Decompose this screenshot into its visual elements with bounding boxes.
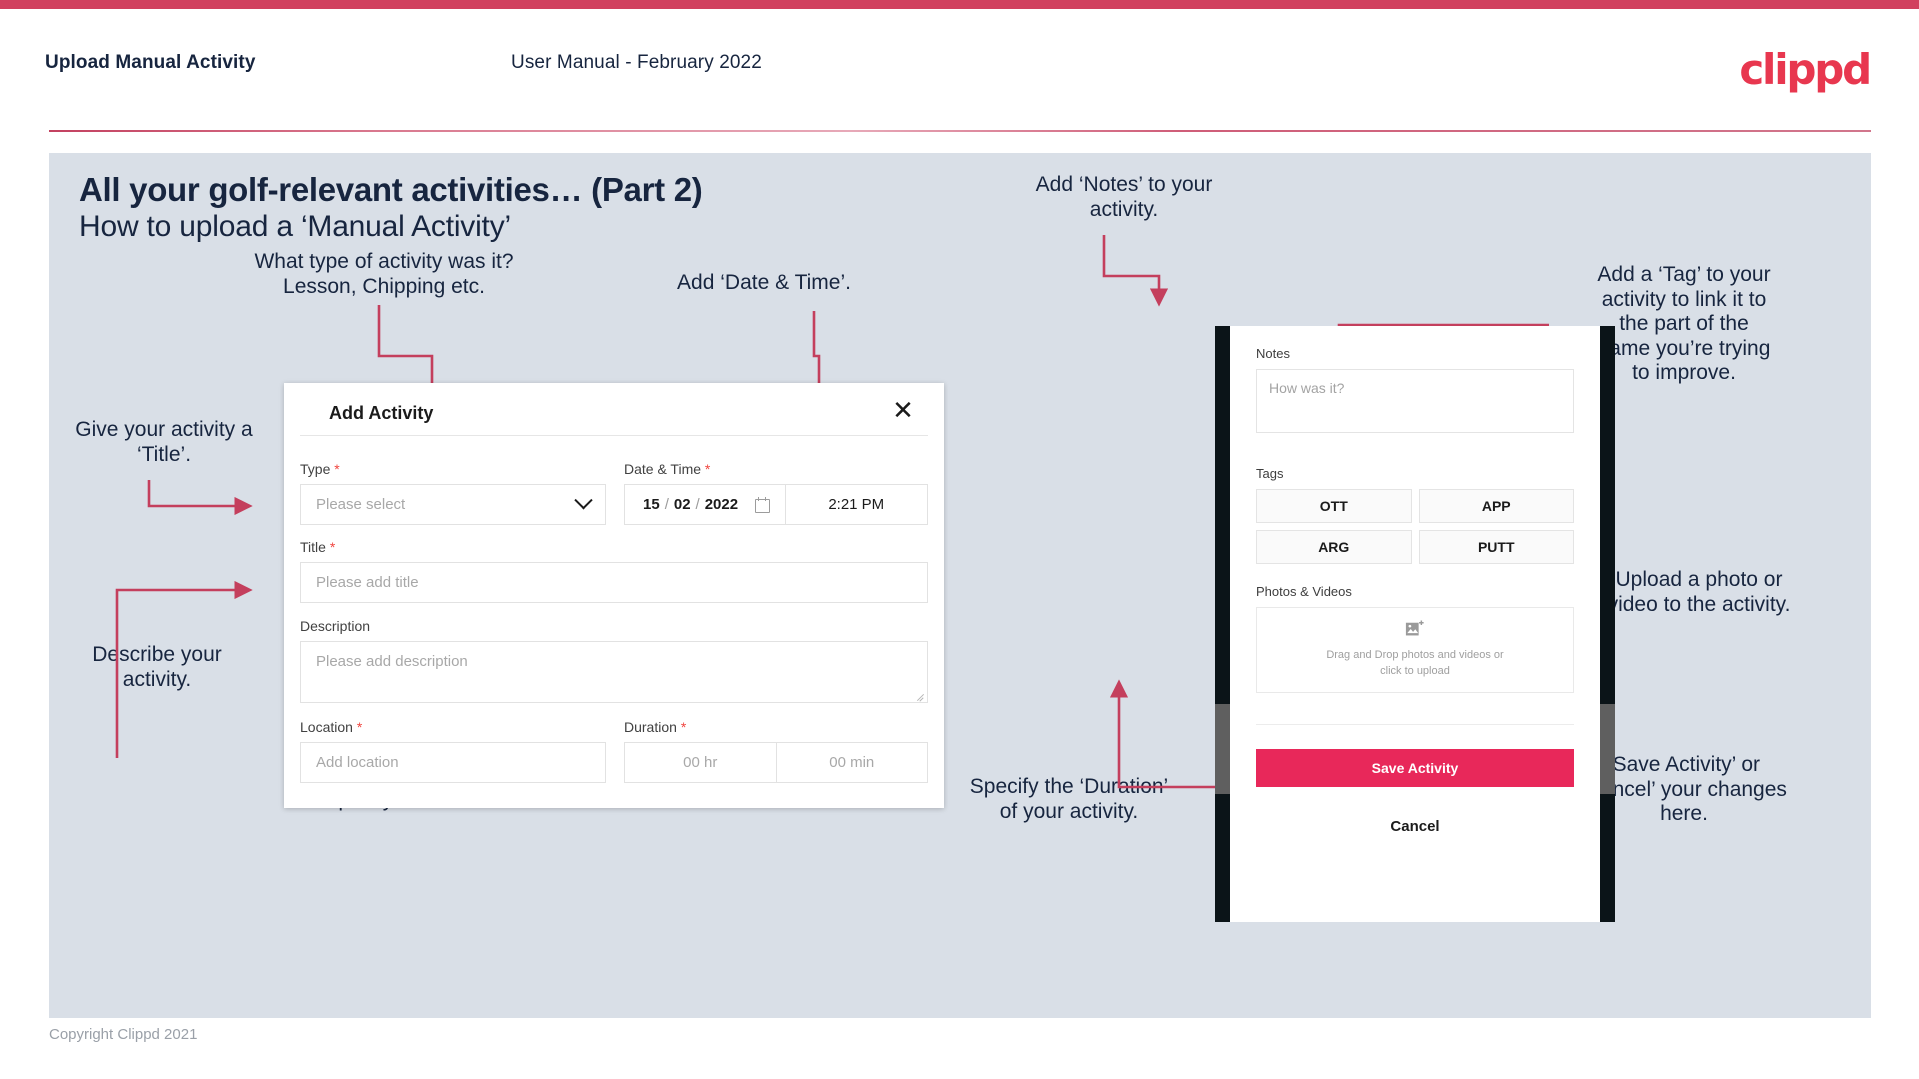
required-marker: * — [704, 461, 711, 477]
datetime-row: 15 / 02 / 2022 2:21 PM — [624, 484, 928, 525]
slide-canvas: All your golf-relevant activities… (Part… — [49, 153, 1871, 1018]
date-day: 15 — [643, 496, 660, 513]
required-marker: * — [680, 719, 687, 735]
field-description-label: Description — [300, 618, 371, 634]
cancel-button[interactable]: Cancel — [1256, 811, 1574, 841]
duration-hours-value: 00 hr — [683, 754, 718, 771]
phone-notes-placeholder: How was it? — [1269, 380, 1345, 396]
phone-side-button — [1600, 704, 1615, 794]
date-sep-1: / — [664, 496, 669, 513]
header-divider — [49, 130, 1871, 132]
resize-handle-icon[interactable] — [916, 691, 925, 700]
add-image-icon — [1405, 620, 1424, 636]
required-marker: * — [356, 719, 363, 735]
dialog-title: Add Activity — [329, 403, 434, 423]
field-duration: Duration * 00 hr 00 min — [624, 719, 928, 783]
date-input[interactable]: 15 / 02 / 2022 — [625, 485, 785, 524]
date-year: 2022 — [704, 496, 739, 513]
duration-hours-input[interactable]: 00 hr — [625, 743, 776, 782]
time-value: 2:21 PM — [828, 496, 885, 513]
phone-power-button — [1215, 818, 1230, 856]
slide-title: All your golf-relevant activities… (Part… — [79, 171, 703, 208]
field-description: Description Please add description — [300, 618, 928, 703]
phone-photos-label: Photos & Videos — [1256, 584, 1352, 599]
phone-tags-label: Tags — [1256, 466, 1284, 481]
phone-divider — [1256, 724, 1574, 725]
calendar-icon[interactable] — [755, 496, 771, 513]
type-select-placeholder: Please select — [316, 496, 406, 513]
header-subtitle: User Manual - February 2022 — [511, 52, 762, 73]
duration-minutes-input[interactable]: 00 min — [775, 743, 928, 782]
field-title-label: Title * — [300, 539, 336, 555]
phone-tags-grid: OTT APP ARG PUTT — [1256, 489, 1574, 564]
phone-side-button-lower — [1600, 818, 1615, 856]
phone-screen: Notes How was it? Tags OTT APP ARG PUTT … — [1230, 326, 1600, 922]
annotation-duration: Specify the ‘Duration’ of your activity. — [969, 775, 1169, 823]
photo-dropzone[interactable]: Drag and Drop photos and videos or click… — [1256, 607, 1574, 693]
description-placeholder: Please add description — [316, 653, 468, 670]
top-accent-bar — [0, 0, 1919, 9]
phone-field-notes: Notes How was it? — [1256, 346, 1574, 433]
field-type-label: Type * — [300, 461, 340, 477]
description-textarea[interactable]: Please add description — [300, 641, 928, 703]
date-sep-2: / — [695, 496, 700, 513]
annotation-date-time: Add ‘Date & Time’. — [677, 271, 851, 294]
chevron-down-icon — [574, 491, 593, 510]
field-datetime-label: Date & Time * — [624, 461, 711, 477]
field-duration-label: Duration * — [624, 719, 687, 735]
type-select[interactable]: Please select — [300, 484, 606, 525]
field-location-label: Location * — [300, 719, 363, 735]
phone-frame-left — [1215, 326, 1230, 922]
phone-volume-button — [1215, 704, 1230, 794]
annotation-notes: Add ‘Notes’ to your activity. — [1035, 173, 1213, 221]
required-marker: * — [329, 539, 336, 555]
required-marker: * — [334, 461, 340, 477]
title-placeholder: Please add title — [316, 574, 419, 591]
clippd-logo: clippd — [1739, 45, 1872, 94]
phone-mockup: Notes How was it? Tags OTT APP ARG PUTT … — [1215, 326, 1615, 922]
field-location: Location * Add location — [300, 719, 606, 783]
phone-notes-input[interactable]: How was it? — [1256, 369, 1574, 433]
tag-button-ott[interactable]: OTT — [1256, 489, 1412, 523]
dropzone-line-1: Drag and Drop photos and videos or — [1326, 649, 1504, 662]
title-input[interactable]: Please add title — [300, 562, 928, 603]
tag-button-arg[interactable]: ARG — [1256, 530, 1412, 564]
header-title: Upload Manual Activity — [45, 52, 256, 73]
phone-frame-right — [1600, 326, 1615, 922]
duration-row: 00 hr 00 min — [624, 742, 928, 783]
close-icon[interactable]: ✕ — [888, 395, 918, 425]
dialog-divider — [300, 435, 928, 436]
field-title: Title * Please add title — [300, 539, 928, 603]
field-datetime: Date & Time * 15 / 02 / 2022 2:21 PM — [624, 461, 928, 525]
slide-subtitle: How to upload a ‘Manual Activity’ — [79, 210, 511, 243]
annotation-title: Give your activity a ‘Title’. — [75, 418, 253, 466]
dropzone-line-2: click to upload — [1380, 665, 1450, 677]
tag-button-putt[interactable]: PUTT — [1418, 530, 1574, 564]
save-activity-button[interactable]: Save Activity — [1256, 749, 1574, 787]
tag-button-app[interactable]: APP — [1418, 489, 1574, 523]
phone-field-tags: Tags OTT APP ARG PUTT — [1256, 466, 1574, 564]
footer-copyright: Copyright Clippd 2021 — [49, 1026, 198, 1043]
location-input[interactable]: Add location — [300, 742, 606, 783]
dialog-header: Add Activity ✕ — [284, 383, 944, 435]
phone-field-photos: Photos & Videos Drag and Drop photos and… — [1256, 584, 1574, 693]
time-input[interactable]: 2:21 PM — [784, 485, 928, 524]
annotation-type: What type of activity was it? Lesson, Ch… — [254, 250, 514, 298]
add-activity-dialog: Add Activity ✕ Type * Please select Date… — [284, 383, 944, 808]
field-type: Type * Please select — [300, 461, 606, 525]
phone-notes-label: Notes — [1256, 346, 1290, 361]
location-placeholder: Add location — [316, 754, 399, 771]
page-header: Upload Manual Activity User Manual - Feb… — [0, 9, 1919, 132]
dropzone-text: Drag and Drop photos and videos or click… — [1326, 648, 1503, 680]
date-month: 02 — [673, 496, 691, 513]
duration-minutes-value: 00 min — [829, 754, 875, 771]
annotation-description: Describe your activity. — [92, 643, 222, 691]
